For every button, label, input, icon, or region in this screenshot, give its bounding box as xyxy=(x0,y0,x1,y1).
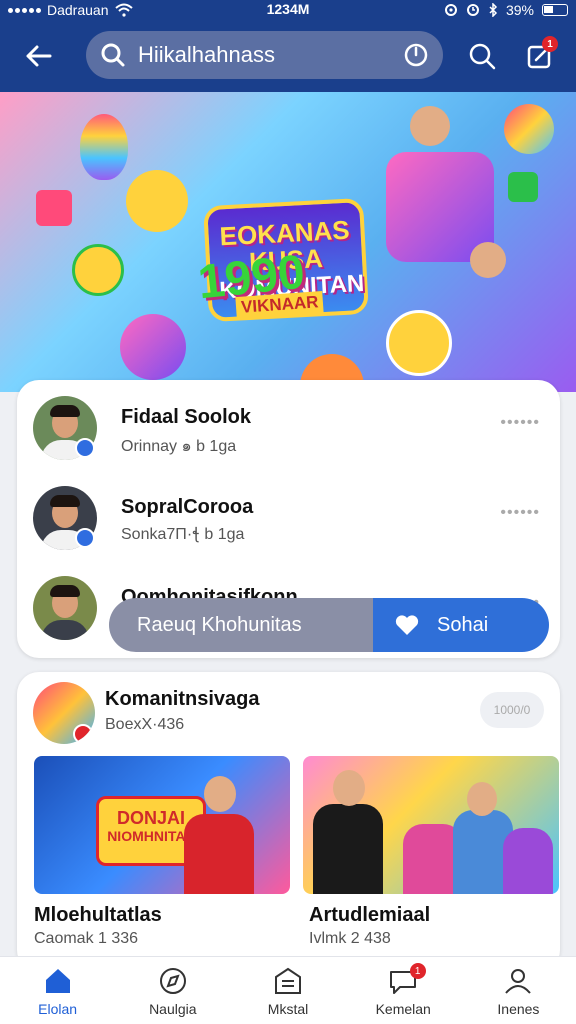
friend-row[interactable]: Fidaal Soolok Orinnay ๑ b 1ɡa •••••• xyxy=(33,396,548,466)
battery-icon xyxy=(542,4,568,16)
person-figure xyxy=(503,828,553,894)
search-bar[interactable]: Hiikalhahnass xyxy=(86,31,443,79)
balloon-icon xyxy=(80,114,128,180)
girl-sticker-icon xyxy=(72,244,124,296)
more-options-icon[interactable]: •••••• xyxy=(500,414,540,432)
tile-title: Artudlemiaal xyxy=(309,904,431,926)
back-arrow-icon xyxy=(26,45,52,67)
friend-name: SopralCorooa xyxy=(121,496,254,518)
group-meta: BoexX·436 xyxy=(105,716,185,733)
join-community-button[interactable]: Raeuq Khohunitas xyxy=(109,598,373,652)
search-icon xyxy=(101,43,125,67)
friend-meta: Orinnay ๑ b 1ɡa xyxy=(121,438,237,455)
group-avatar xyxy=(33,682,95,744)
nav-store[interactable]: Mkstal xyxy=(230,957,345,1024)
compose-button[interactable]: 1 xyxy=(518,34,562,78)
tile-meta: Ivlmk 2 438 xyxy=(309,930,391,947)
music-kid-icon xyxy=(386,310,452,376)
notification-badge: 1 xyxy=(542,36,558,52)
hat-sticker-icon xyxy=(120,314,186,380)
tile-title: Mloehultatlas xyxy=(34,904,162,926)
cube-sticker-icon xyxy=(508,172,538,202)
person-figure xyxy=(184,814,254,894)
magnifier-icon xyxy=(469,43,496,70)
avatar xyxy=(33,576,97,640)
building-icon xyxy=(275,967,301,994)
community-banner[interactable]: EOKANAS KUSA KOMUNITAN 1990 VIKNAAR xyxy=(0,92,576,392)
like-button[interactable]: Sohai xyxy=(373,598,549,652)
app-header: Hiikalhahnass 1 xyxy=(0,20,576,92)
gift-sticker-icon xyxy=(36,190,72,226)
search-input[interactable]: Hiikalhahnass xyxy=(138,42,403,68)
nav-messages[interactable]: 1 Kemelan xyxy=(346,957,461,1024)
nav-explore[interactable]: Naulgia xyxy=(115,957,230,1024)
friend-row[interactable]: SopralCorooa Sonka7Π·ꞎ b 1ɡa •••••• xyxy=(33,486,548,556)
heart-icon xyxy=(395,615,419,635)
bottom-nav: Elolan Naulgia Mkstal 1 Kemelan Inenes xyxy=(0,956,576,1024)
messages-badge: 1 xyxy=(409,963,426,979)
boy-avatar-icon xyxy=(470,242,506,278)
nav-profile[interactable]: Inenes xyxy=(461,957,576,1024)
home-icon xyxy=(45,969,70,993)
more-options-icon[interactable]: •••••• xyxy=(500,504,540,522)
join-community-bar: Raeuq Khohunitas Sohai xyxy=(109,598,549,652)
profile-icon xyxy=(505,969,532,994)
friend-name: Fidaal Soolok xyxy=(121,406,252,428)
badge-icon xyxy=(73,724,93,744)
status-time: 1234M xyxy=(266,1,310,17)
compass-icon xyxy=(159,968,186,994)
post-tile[interactable]: DONJAI NIOMHNITAS xyxy=(34,756,290,894)
smiley-sticker-icon xyxy=(504,104,554,154)
group-card: Komanitnsivaga BoexX·436 1000/0 DONJAI N… xyxy=(17,672,560,972)
verified-icon xyxy=(75,438,95,458)
search-button[interactable] xyxy=(460,34,504,78)
group-options-pill[interactable]: 1000/0 xyxy=(480,692,544,728)
kid-avatar-icon xyxy=(410,106,450,146)
status-bar: Dadrauan 1234M 39% xyxy=(0,0,576,20)
heart-sticker-icon xyxy=(126,170,188,232)
power-icon[interactable] xyxy=(403,42,429,68)
back-button[interactable] xyxy=(16,34,60,78)
post-tile[interactable] xyxy=(303,756,559,894)
nav-home[interactable]: Elolan xyxy=(0,957,115,1024)
person-figure xyxy=(313,804,383,894)
verified-icon xyxy=(75,528,95,548)
friend-meta: Sonka7Π·ꞎ b 1ɡa xyxy=(121,526,245,543)
friends-card: Fidaal Soolok Orinnay ๑ b 1ɡa •••••• Sop… xyxy=(17,380,560,658)
group-name[interactable]: Komanitnsivaga xyxy=(105,688,259,711)
tile-meta: Caomak 1 336 xyxy=(34,930,139,947)
